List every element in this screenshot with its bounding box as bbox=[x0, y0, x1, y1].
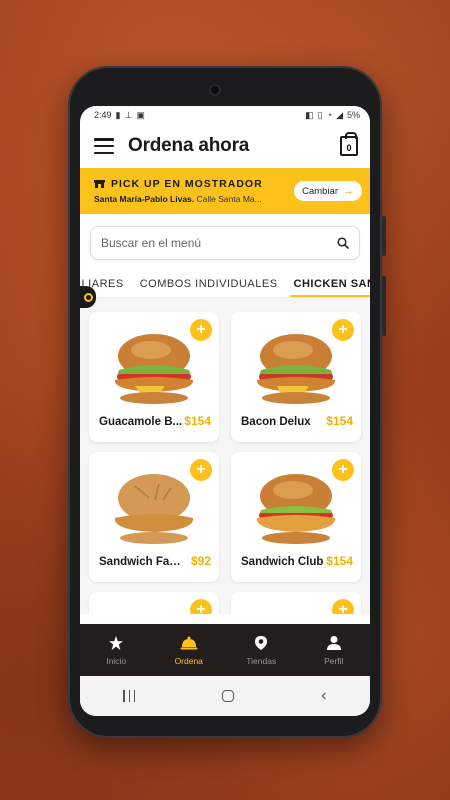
add-to-cart-button[interactable]: + bbox=[332, 599, 354, 614]
search-input[interactable]: Buscar en el menú bbox=[90, 226, 360, 260]
tab-chicken-sandwich[interactable]: CHICKEN SANDWIC bbox=[284, 270, 370, 297]
product-name: Sandwich Club bbox=[241, 556, 324, 568]
nav-label: Perfil bbox=[324, 655, 344, 666]
change-store-label: Cambiar bbox=[302, 185, 338, 197]
volume-button bbox=[382, 216, 386, 256]
search-icon[interactable] bbox=[337, 237, 349, 249]
vibrate-icon: ▯ bbox=[317, 109, 323, 120]
burger-image bbox=[256, 474, 336, 544]
back-icon[interactable]: ‹ bbox=[321, 687, 326, 705]
home-icon[interactable] bbox=[222, 690, 235, 702]
shopping-bag-icon[interactable]: 0 bbox=[340, 132, 358, 156]
status-time: 2:49 bbox=[94, 110, 112, 120]
product-card[interactable]: + bbox=[89, 592, 219, 614]
search-placeholder: Buscar en el menú bbox=[101, 236, 202, 250]
bottom-navigation: Inicio Ordena Tiendas Perfil bbox=[80, 624, 370, 676]
product-grid: + Guacamole B... $154 + Bacon Delux $154… bbox=[89, 312, 361, 614]
power-button bbox=[382, 276, 386, 336]
product-card[interactable]: + Sandwich Club $154 bbox=[231, 452, 361, 582]
page-title: Ordena ahora bbox=[128, 135, 250, 156]
bag-count: 0 bbox=[346, 143, 352, 153]
product-price: $154 bbox=[326, 554, 353, 568]
product-price: $92 bbox=[190, 554, 211, 568]
change-store-button[interactable]: Cambiar → bbox=[294, 181, 362, 201]
nav-inicio[interactable]: Inicio bbox=[86, 635, 146, 666]
star-icon bbox=[109, 635, 124, 650]
recents-icon[interactable] bbox=[123, 690, 136, 702]
app-screen: 2:49 ▮ ⊥ ▣ ◧ ▯ ◔ ◢ 5% Ordena ahora 0 PIC… bbox=[80, 106, 370, 716]
product-card[interactable]: + Sandwich Faji... $92 bbox=[89, 452, 219, 582]
nav-label: Ordena bbox=[174, 655, 203, 666]
add-to-cart-button[interactable]: + bbox=[190, 319, 212, 341]
nav-ordena[interactable]: Ordena bbox=[159, 635, 219, 666]
nfc-icon: ◧ bbox=[305, 109, 314, 120]
product-card[interactable]: + Bacon Delux $154 bbox=[231, 312, 361, 442]
burger-image bbox=[114, 334, 194, 404]
pickup-heading: PICK UP EN MOSTRADOR bbox=[111, 178, 263, 190]
add-to-cart-button[interactable]: + bbox=[190, 459, 212, 481]
tab-familiares[interactable]: ILIARES bbox=[80, 270, 130, 297]
sim-icon: ⊥ bbox=[124, 109, 133, 120]
tab-combos-individuales[interactable]: COMBOS INDIVIDUALES bbox=[130, 270, 284, 297]
pickup-store: Santa María-Pablo Livas. bbox=[94, 194, 195, 204]
pickup-banner: PICK UP EN MOSTRADOR Santa María-Pablo L… bbox=[80, 168, 370, 214]
nav-label: Inicio bbox=[106, 655, 127, 666]
phone-frame: 2:49 ▮ ⊥ ▣ ◧ ▯ ◔ ◢ 5% Ordena ahora 0 PIC… bbox=[68, 66, 386, 738]
wifi-icon: ◔ bbox=[326, 110, 333, 120]
image-icon: ▣ bbox=[136, 109, 145, 120]
product-card[interactable]: + Guacamole B... $154 bbox=[89, 312, 219, 442]
burger-image bbox=[114, 474, 194, 544]
signal-icon: ◢ bbox=[336, 109, 343, 120]
add-to-cart-button[interactable]: + bbox=[190, 599, 212, 614]
add-to-cart-button[interactable]: + bbox=[332, 459, 354, 481]
person-icon bbox=[326, 635, 341, 650]
status-bar: 2:49 ▮ ⊥ ▣ ◧ ▯ ◔ ◢ 5% bbox=[80, 106, 370, 124]
app-bar: Ordena ahora 0 bbox=[80, 124, 370, 168]
product-name: Bacon Delux bbox=[241, 416, 311, 428]
nav-label: Tiendas bbox=[246, 655, 277, 666]
pickup-address: Calle Santa Ma... bbox=[196, 194, 262, 204]
product-name: Guacamole B... bbox=[99, 416, 183, 428]
nav-perfil[interactable]: Perfil bbox=[304, 635, 364, 666]
arrow-right-icon: → bbox=[343, 185, 354, 197]
add-to-cart-button[interactable]: + bbox=[332, 319, 354, 341]
notification-icon: ▮ bbox=[115, 109, 121, 120]
location-pin-icon bbox=[255, 635, 268, 650]
cloche-icon bbox=[180, 636, 198, 649]
burger-image bbox=[256, 334, 336, 404]
store-icon bbox=[94, 180, 105, 188]
nav-tiendas[interactable]: Tiendas bbox=[231, 635, 291, 666]
battery-text: 5% bbox=[346, 110, 360, 120]
product-price: $154 bbox=[184, 414, 211, 428]
category-tabs: ILIARES COMBOS INDIVIDUALES CHICKEN SAND… bbox=[80, 270, 370, 298]
product-price: $154 bbox=[326, 414, 353, 428]
product-grid-area: + Guacamole B... $154 + Bacon Delux $154… bbox=[80, 298, 370, 614]
menu-icon[interactable] bbox=[94, 138, 114, 154]
product-card[interactable]: + bbox=[231, 592, 361, 614]
front-camera bbox=[209, 84, 221, 96]
product-name: Sandwich Faji... bbox=[99, 556, 183, 568]
system-navigation-bar: ‹ bbox=[80, 676, 370, 716]
